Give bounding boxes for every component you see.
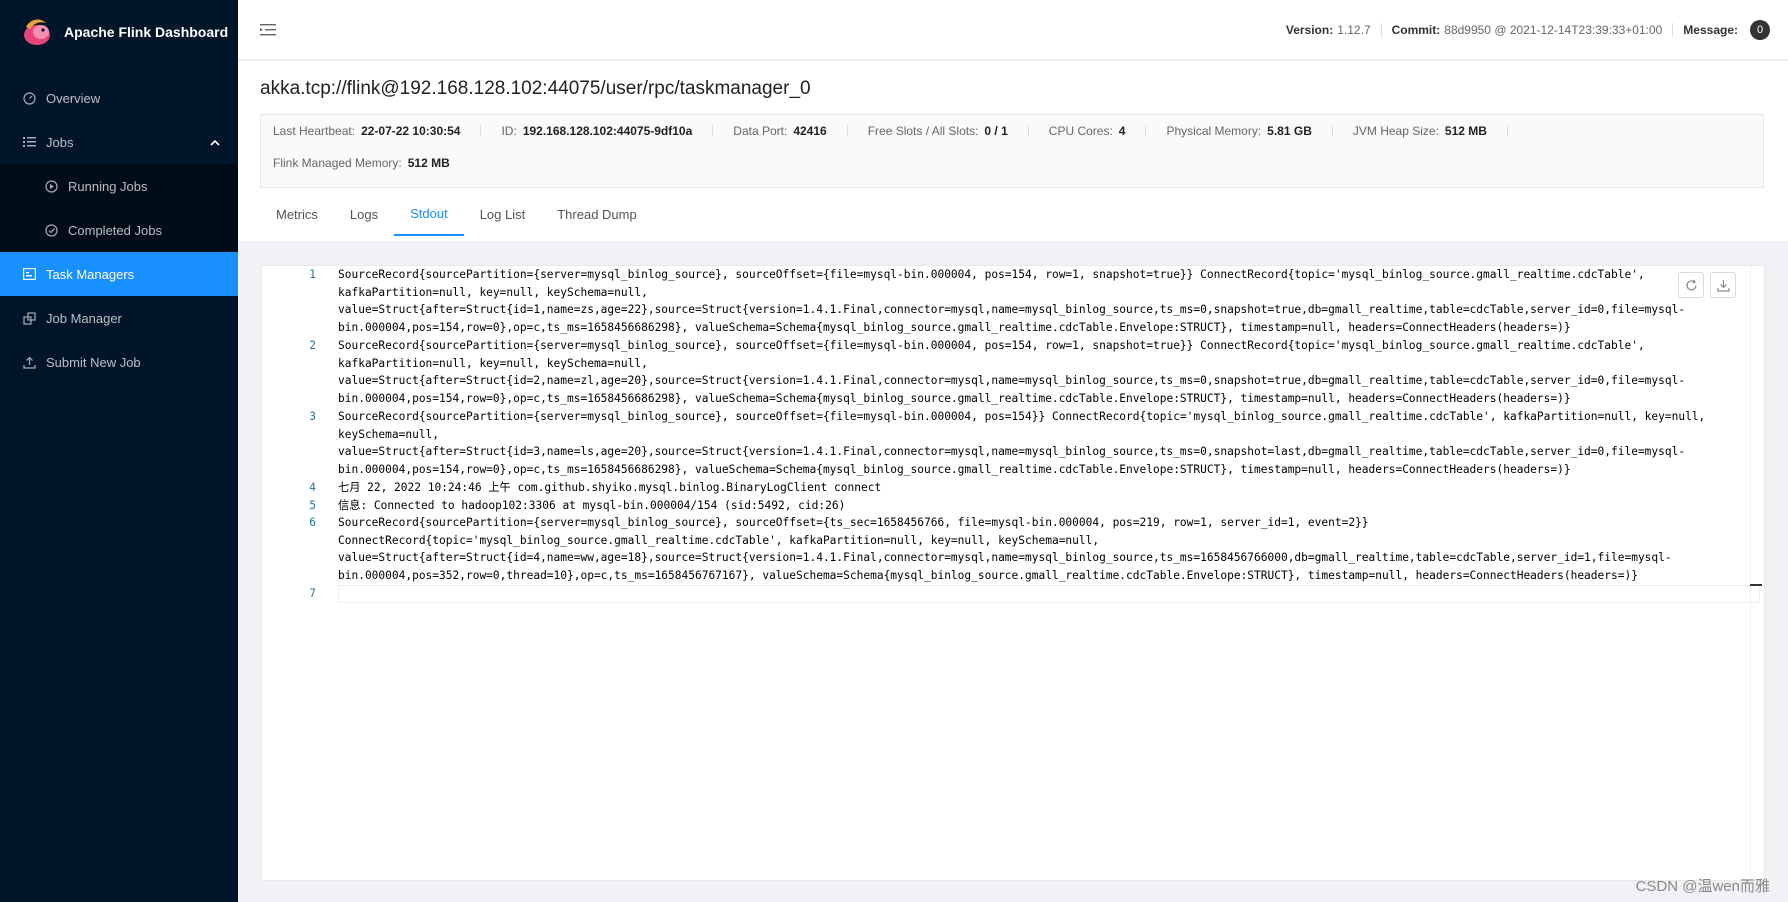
editor-tools [1678,272,1736,298]
taskmanager-panel: akka.tcp://flink@192.168.128.102:44075/u… [238,61,1788,241]
desc-value: 4 [1118,124,1126,138]
tab-metrics[interactable]: Metrics [260,192,334,236]
version-value: 1.12.7 [1337,23,1371,37]
tab-log-list[interactable]: Log List [464,192,542,236]
tab-stdout[interactable]: Stdout [394,192,464,236]
commit-label: Commit: [1391,23,1441,37]
tab-logs[interactable]: Logs [334,192,394,236]
header-info: Version: 1.12.7 Commit: 88d9950 @ 2021-1… [1286,0,1770,60]
editor-scrollbar[interactable] [1750,266,1764,880]
sidebar-item-task-managers[interactable]: Task Managers [0,252,238,296]
watermark: CSDN @温wen而雅 [1635,878,1770,895]
stdout-editor[interactable]: 1 SourceRecord{sourcePartition={server=m… [261,265,1765,881]
brand[interactable]: Apache Flink Dashboard [0,0,238,64]
download-button[interactable] [1710,272,1736,298]
build-icon [22,311,36,325]
desc-value: 22-07-22 10:30:54 [361,124,461,138]
sidebar-item-overview[interactable]: Overview [0,76,238,120]
divider [712,125,714,137]
sidebar-item-label: Completed Jobs [68,222,162,238]
sidebar-item-label: Running Jobs [68,178,148,194]
line-number: 6 [309,516,316,529]
line-number: 4 [309,481,316,494]
play-circle-icon [44,179,58,193]
line-number: 2 [309,339,316,352]
header: Version: 1.12.7 Commit: 88d9950 @ 2021-1… [238,0,1788,60]
divider [1331,125,1333,137]
sidebar-item-job-manager[interactable]: Job Manager [0,296,238,340]
schedule-icon [22,267,36,281]
scroll-position-marker [1750,584,1762,586]
list-icon [22,135,36,149]
download-icon [1716,279,1730,292]
sidebar-item-completed-jobs[interactable]: Completed Jobs [0,208,238,252]
sidebar-item-label: Task Managers [46,266,135,282]
divider [1027,125,1029,137]
upload-icon [22,355,36,369]
line-text: SourceRecord{sourcePartition={server=mys… [338,268,1686,335]
sidebar: Apache Flink Dashboard Overview Jobs Run… [0,0,238,902]
line-number: 5 [309,499,316,512]
page-title: akka.tcp://flink@192.168.128.102:44075/u… [260,78,811,99]
current-line-highlight [338,585,1760,603]
tab-thread-dump[interactable]: Thread Dump [541,192,652,236]
divider [1672,23,1674,37]
line-number: 7 [309,587,316,600]
desc-row: Flink Managed Memory: 512 MB [261,147,1763,179]
reload-icon [1685,279,1697,290]
line-text: SourceRecord{sourcePartition={server=mys… [338,339,1686,406]
desc-value: 192.168.128.102:44075-9df10a [522,124,693,138]
desc-label: JVM Heap Size: [1352,124,1439,138]
commit-value: 88d9950 @ 2021-12-14T23:39:33+01:00 [1444,23,1663,37]
desc-value: 0 / 1 [984,124,1008,138]
divider [1380,23,1382,37]
desc-value: 512 MB [407,156,450,170]
desc-row: Last Heartbeat: 22-07-22 10:30:54 ID: 19… [261,115,1763,147]
line-text: SourceRecord{sourcePartition={server=mys… [338,410,1713,477]
desc-value: 5.81 GB [1267,124,1312,138]
taskmanager-descriptions: Last Heartbeat: 22-07-22 10:30:54 ID: 19… [260,114,1764,188]
message-badge[interactable]: 0 [1750,20,1770,40]
desc-value: 42416 [793,124,827,138]
version-label: Version: [1285,23,1334,37]
brand-title: Apache Flink Dashboard [64,24,229,40]
desc-label: Data Port: [733,124,788,138]
line-text: 信息: Connected to hadoop102:3306 at mysql… [338,499,846,512]
dashboard-icon [22,91,36,105]
sidebar-item-label: Jobs [46,134,74,150]
sidebar-item-submit-new-job[interactable]: Submit New Job [0,340,238,384]
flink-logo-icon [24,19,50,45]
sidebar-item-label: Overview [46,90,101,106]
desc-label: Physical Memory: [1166,124,1262,138]
line-text: 七月 22, 2022 10:24:46 上午 com.github.shyik… [338,481,882,494]
desc-label: CPU Cores: [1048,124,1113,138]
line-text: SourceRecord{sourcePartition={server=mys… [338,516,1672,583]
divider [1145,125,1147,137]
divider [480,125,482,137]
desc-label: Free Slots / All Slots: [867,124,979,138]
line-number: 1 [309,268,316,281]
sidebar-item-jobs[interactable]: Jobs [0,120,238,164]
check-circle-icon [44,223,58,237]
desc-label: Last Heartbeat: [273,124,356,138]
menu-fold-icon[interactable] [260,23,276,37]
chevron-up-icon [210,135,220,150]
sidebar-item-running-jobs[interactable]: Running Jobs [0,164,238,208]
sidebar-item-label: Submit New Job [46,354,141,370]
sidebar-item-label: Job Manager [46,310,122,326]
reload-button[interactable] [1678,272,1704,298]
desc-label: Flink Managed Memory: [273,156,402,170]
divider [1506,125,1508,137]
desc-label: ID: [501,124,517,138]
line-number-gutter [262,266,318,880]
divider [846,125,848,137]
sidebar-menu: Overview Jobs Running Jobs Completed Job… [0,76,238,384]
message-label: Message: [1683,23,1738,37]
desc-value: 512 MB [1444,124,1487,138]
tabs: Metrics Logs Stdout Log List Thread Dump [260,192,653,236]
line-number: 3 [309,410,316,423]
